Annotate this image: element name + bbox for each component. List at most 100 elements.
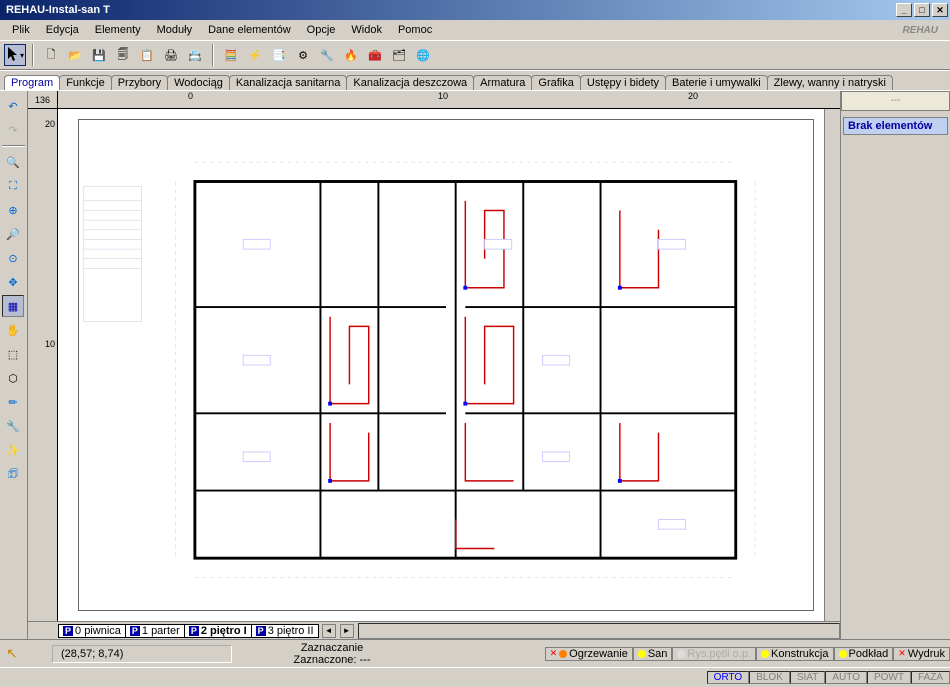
fire-button[interactable]: 🔥 bbox=[340, 44, 362, 66]
flash-button[interactable]: ⚡ bbox=[244, 44, 266, 66]
maximize-button[interactable]: □ bbox=[914, 3, 930, 17]
sheet-tabs: P0 piwnica P1 parter P2 piętro I P3 pięt… bbox=[28, 621, 840, 639]
tab-funkcje[interactable]: Funkcje bbox=[59, 75, 112, 90]
tab-wodociag[interactable]: Wodociąg bbox=[167, 75, 230, 90]
select-rect-button[interactable]: ⬚ bbox=[2, 343, 24, 365]
calc-button[interactable]: 🧮 bbox=[220, 44, 242, 66]
sheet-tab-1[interactable]: P1 parter bbox=[125, 624, 185, 638]
ruler-tick: 10 bbox=[45, 339, 55, 349]
tab-kanalizacja-san[interactable]: Kanalizacja sanitarna bbox=[229, 75, 348, 90]
parking-icon: P bbox=[130, 626, 140, 636]
ortho-button[interactable]: ▦ bbox=[2, 295, 24, 317]
ruler-tick: 20 bbox=[45, 119, 55, 129]
mod-button[interactable]: 🗂 bbox=[388, 44, 410, 66]
horizontal-scrollbar[interactable] bbox=[358, 623, 840, 639]
undo-icon: ↶ bbox=[8, 100, 17, 113]
menu-widok[interactable]: Widok bbox=[343, 22, 390, 38]
tab-grafika[interactable]: Grafika bbox=[531, 75, 580, 90]
redo-icon: ↷ bbox=[8, 124, 17, 137]
tab-zlewy[interactable]: Zlewy, wanny i natryski bbox=[767, 75, 893, 90]
legend-san[interactable]: San bbox=[633, 647, 673, 661]
select-poly-button[interactable]: ⬡ bbox=[2, 367, 24, 389]
flash-icon: ⚡ bbox=[248, 49, 262, 62]
wrench-icon: 🔧 bbox=[6, 420, 20, 433]
legend-ryspetli[interactable]: Rys.pętli o.p. bbox=[672, 647, 756, 661]
menu-moduly[interactable]: Moduły bbox=[149, 22, 200, 38]
legend-wydruk[interactable]: ✕Wydruk bbox=[893, 647, 950, 661]
zoom-plus-button[interactable]: ⊕ bbox=[2, 199, 24, 221]
mode-faza[interactable]: FAZA bbox=[911, 671, 950, 684]
sheet-tab-0[interactable]: P0 piwnica bbox=[58, 624, 126, 638]
menu-opcje[interactable]: Opcje bbox=[299, 22, 344, 38]
mode-siat[interactable]: SIAT bbox=[790, 671, 825, 684]
info-bar: ↖ (28,57; 8,74) Zaznaczanie Zaznaczone: … bbox=[0, 639, 950, 667]
tools-button[interactable]: 🧰 bbox=[364, 44, 386, 66]
mode-auto[interactable]: AUTO bbox=[825, 671, 867, 684]
preview-button[interactable]: 📇 bbox=[184, 44, 206, 66]
tab-baterie[interactable]: Baterie i umywalki bbox=[665, 75, 768, 90]
cursor-tool-button[interactable]: ▾ bbox=[4, 44, 26, 66]
minimize-button[interactable]: _ bbox=[896, 3, 912, 17]
tab-ustepy[interactable]: Ustępy i bidety bbox=[580, 75, 666, 90]
close-button[interactable]: ✕ bbox=[932, 3, 948, 17]
menu-elementy[interactable]: Elementy bbox=[87, 22, 149, 38]
sheet-tab-3[interactable]: P3 piętro II bbox=[251, 624, 319, 638]
mode-blok[interactable]: BLOK bbox=[749, 671, 790, 684]
copy-button[interactable]: 📋 bbox=[136, 44, 158, 66]
coordinates-display: (28,57; 8,74) bbox=[52, 645, 232, 663]
zoom-all-button[interactable]: 🔎 bbox=[2, 223, 24, 245]
tab-przybory[interactable]: Przybory bbox=[111, 75, 168, 90]
tab-program[interactable]: Program bbox=[4, 75, 60, 90]
undo-button[interactable]: ↶ bbox=[2, 95, 24, 117]
mode-orto[interactable]: ORTO bbox=[707, 671, 750, 684]
save-button[interactable]: 💾 bbox=[88, 44, 110, 66]
vertical-ruler[interactable]: 20 10 bbox=[28, 109, 58, 621]
ruler-origin: 136 bbox=[28, 91, 58, 109]
pan-button[interactable]: ✋ bbox=[2, 319, 24, 341]
zoom-fit-button[interactable]: ⊙ bbox=[2, 247, 24, 269]
saveas-button[interactable]: 🗐 bbox=[112, 44, 134, 66]
mode-powt[interactable]: POWT bbox=[867, 671, 911, 684]
panel-tab-brak[interactable]: Brak elementów bbox=[843, 117, 948, 135]
tab-label: Grafika bbox=[538, 77, 573, 89]
opts-button[interactable]: ⚙ bbox=[292, 44, 314, 66]
drawing-canvas[interactable] bbox=[58, 109, 824, 621]
legend-konstrukcja[interactable]: Konstrukcja bbox=[756, 647, 833, 661]
menu-pomoc[interactable]: Pomoc bbox=[390, 22, 440, 38]
mode-info: Zaznaczanie Zaznaczone: --- bbox=[232, 642, 432, 666]
print-button[interactable]: 🖨 bbox=[160, 44, 182, 66]
menu-plik[interactable]: Plik bbox=[4, 22, 38, 38]
select-rect-icon: ⬚ bbox=[8, 348, 18, 361]
gear-icon: ⚙ bbox=[298, 49, 308, 62]
x-icon: ✕ bbox=[898, 648, 906, 659]
new-button[interactable]: 🗋 bbox=[40, 44, 62, 66]
opts2-button[interactable]: 🔧 bbox=[316, 44, 338, 66]
vertical-scrollbar[interactable] bbox=[824, 109, 840, 621]
tab-label: Program bbox=[11, 77, 53, 89]
web-button[interactable]: 🌐 bbox=[412, 44, 434, 66]
sheet-next-button[interactable]: ► bbox=[340, 624, 354, 638]
center-button[interactable]: ✥ bbox=[2, 271, 24, 293]
layers-button[interactable]: 🗊 bbox=[2, 463, 24, 485]
horizontal-ruler[interactable]: 0 10 20 bbox=[58, 91, 840, 109]
tab-kanalizacja-deszcz[interactable]: Kanalizacja deszczowa bbox=[346, 75, 474, 90]
pipe-button[interactable]: 🔧 bbox=[2, 415, 24, 437]
legend-label: Konstrukcja bbox=[771, 648, 828, 660]
toolbox-icon: 🧰 bbox=[368, 49, 382, 62]
tab-armatura[interactable]: Armatura bbox=[473, 75, 532, 90]
zoom-plus-icon: ⊕ bbox=[8, 204, 17, 217]
explode-button[interactable]: ✨ bbox=[2, 439, 24, 461]
legend-ogrzewanie[interactable]: ✕Ogrzewanie bbox=[545, 647, 633, 661]
sheet-tab-2[interactable]: P2 piętro I bbox=[184, 624, 252, 638]
zoom-in-button[interactable]: 🔍 bbox=[2, 151, 24, 173]
parking-icon: P bbox=[189, 626, 199, 636]
measure-button[interactable]: ✏ bbox=[2, 391, 24, 413]
zoom-area-button[interactable]: ⛶ bbox=[2, 175, 24, 197]
sheet-prev-button[interactable]: ◄ bbox=[322, 624, 336, 638]
redo-button[interactable]: ↷ bbox=[2, 119, 24, 141]
menu-edycja[interactable]: Edycja bbox=[38, 22, 87, 38]
list-button[interactable]: 📑 bbox=[268, 44, 290, 66]
menu-dane[interactable]: Dane elementów bbox=[200, 22, 299, 38]
legend-podklad[interactable]: Podkład bbox=[834, 647, 894, 661]
open-button[interactable]: 📂 bbox=[64, 44, 86, 66]
